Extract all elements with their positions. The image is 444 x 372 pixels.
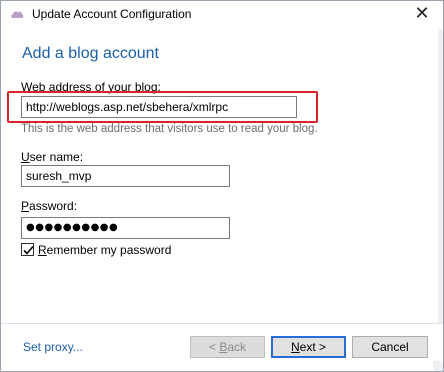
- web-address-hint: This is the web address that visitors us…: [21, 123, 318, 135]
- dialog-window: Update Account Configuration ✕ Add a blo…: [0, 0, 444, 372]
- next-button[interactable]: Next >: [271, 336, 346, 358]
- web-address-field[interactable]: http://weblogs.asp.net/sbehera/xmlrpc: [21, 96, 297, 118]
- remember-password-label[interactable]: Remember my password: [38, 243, 171, 257]
- title-bar[interactable]: Update Account Configuration ✕: [1, 1, 443, 29]
- back-button[interactable]: < Back: [190, 336, 265, 358]
- page-title: Add a blog account: [22, 45, 159, 62]
- close-icon: ✕: [414, 3, 430, 24]
- checkmark-icon: [23, 245, 34, 255]
- username-field[interactable]: suresh_mvp: [21, 165, 230, 187]
- password-field[interactable]: ●●●●●●●●●●: [21, 217, 230, 239]
- remember-password-checkbox[interactable]: [21, 243, 34, 256]
- cloud-icon: [10, 8, 24, 18]
- set-proxy-link[interactable]: Set proxy...: [23, 340, 83, 354]
- resize-grip[interactable]: [433, 361, 443, 371]
- window-title: Update Account Configuration: [32, 7, 192, 21]
- username-label: User name:: [21, 150, 84, 164]
- window-edge: [438, 29, 443, 339]
- close-button[interactable]: ✕: [400, 1, 443, 29]
- cancel-button[interactable]: Cancel: [352, 336, 428, 358]
- password-label: Password:: [21, 199, 78, 213]
